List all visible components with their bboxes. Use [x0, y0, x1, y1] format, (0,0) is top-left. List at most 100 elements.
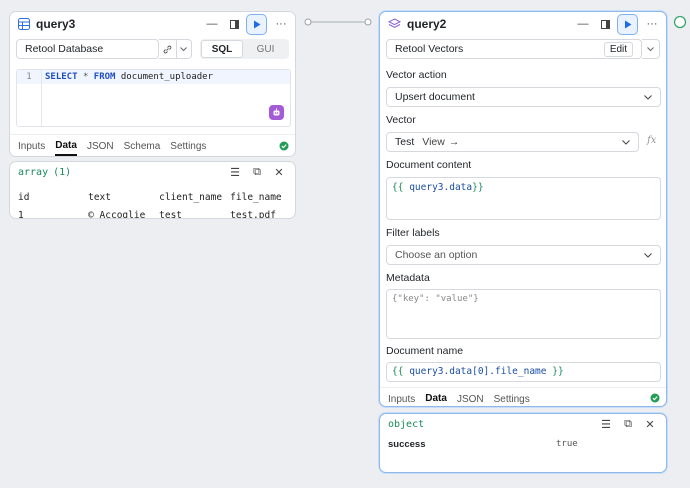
cell-text: © Accoglie — [88, 210, 146, 219]
minimize-icon[interactable]: — — [204, 16, 220, 32]
cell-client-name: test — [159, 210, 183, 219]
query2-header: query2 — ··· — [380, 12, 666, 36]
split-view-icon[interactable] — [597, 16, 613, 32]
tab-json[interactable]: JSON — [87, 137, 114, 155]
result-type-label: object — [388, 418, 425, 430]
split-view-icon[interactable] — [226, 16, 242, 32]
resource-select[interactable]: Retool Database — [16, 39, 160, 59]
copy-icon[interactable]: ⧉ — [620, 416, 636, 432]
chevron-down-icon — [644, 252, 652, 258]
tab-sql-label: SQL — [211, 43, 233, 55]
vector-action-select[interactable]: Upsert document — [386, 87, 661, 107]
filter-labels-label: Filter labels — [386, 227, 440, 239]
query3-header: query3 — ··· — [10, 12, 295, 36]
result-key: success — [388, 439, 426, 450]
vector-value: Test — [395, 136, 415, 148]
document-content-input[interactable]: {{ query3.data}} — [386, 177, 661, 220]
play-icon — [253, 20, 260, 28]
template-property: .data — [443, 182, 473, 193]
tab-sql[interactable]: SQL — [201, 40, 243, 58]
resource-name: Retool Vectors — [395, 43, 464, 55]
left-bottom-tabs: Inputs Data JSON Schema Settings — [18, 136, 287, 156]
template-accessor: .data[0]. — [443, 366, 495, 377]
close-icon[interactable]: ✕ — [271, 164, 287, 180]
template-object: query3 — [409, 182, 444, 193]
tab-gui-label: GUI — [256, 43, 275, 55]
tab-schema[interactable]: Schema — [124, 137, 161, 155]
vector-label: Vector — [386, 114, 416, 126]
vector-stack-icon — [388, 18, 401, 28]
document-name-label: Document name — [386, 345, 464, 357]
filter-icon[interactable]: ☰ — [598, 416, 614, 432]
resource-dropdown[interactable] — [176, 39, 192, 59]
fx-icon[interactable]: fx — [647, 135, 656, 146]
copy-icon[interactable]: ⧉ — [249, 164, 265, 180]
vector-action-value: Upsert document — [395, 91, 475, 103]
vector-select[interactable]: Test View → — [386, 132, 639, 152]
vector-action-label: Vector action — [386, 69, 447, 81]
template-close: }} — [472, 182, 484, 193]
minimize-icon[interactable]: — — [575, 16, 591, 32]
tab-settings[interactable]: Settings — [494, 390, 530, 406]
table-row: 1 © Accoglie test test.pdf — [10, 203, 295, 219]
chevron-down-icon — [647, 46, 654, 51]
cell-id: 1 — [18, 210, 24, 219]
sql-editor[interactable]: 1 SELECT * FROM document_uploader — [16, 69, 291, 127]
sql-table: document_uploader — [120, 72, 214, 82]
more-options-icon[interactable]: ··· — [644, 16, 660, 32]
tab-data[interactable]: Data — [425, 389, 447, 406]
template-object: query3 — [409, 366, 444, 377]
col-client-name: client_name — [159, 192, 223, 203]
filter-icon[interactable]: ☰ — [227, 164, 243, 180]
result-type-label: array — [18, 166, 49, 178]
query2-result-panel: object ☰ ⧉ ✕ success true — [379, 413, 667, 473]
resource-dropdown[interactable] — [642, 39, 660, 59]
tab-json[interactable]: JSON — [457, 390, 484, 406]
query-title[interactable]: query3 — [36, 17, 198, 31]
sql-select: SELECT — [45, 72, 78, 82]
table-icon — [18, 18, 30, 30]
template-open: {{ — [392, 366, 404, 377]
view-vector-link[interactable]: View — [422, 136, 445, 148]
tab-data[interactable]: Data — [55, 136, 77, 156]
template-property: file_name — [495, 366, 547, 377]
col-id: id — [18, 192, 30, 203]
play-icon — [624, 20, 631, 28]
chevron-down-icon — [180, 46, 188, 51]
col-file-name: file_name — [230, 192, 282, 203]
result-row: success true — [380, 434, 666, 450]
success-check-icon — [279, 141, 289, 151]
resource-select[interactable]: Retool Vectors Edit — [386, 39, 643, 59]
ai-assist-button[interactable] — [269, 105, 284, 120]
query3-result-panel: array (1) ☰ ⧉ ✕ id text client_name file… — [9, 161, 296, 219]
close-icon[interactable]: ✕ — [642, 416, 658, 432]
arrow-right-icon: → — [448, 136, 460, 148]
cell-file-name: test.pdf — [230, 210, 276, 219]
result-header-row: id text client_name file_name — [10, 182, 295, 203]
template-open: {{ — [392, 182, 404, 193]
chevron-down-icon — [622, 139, 630, 145]
tab-inputs[interactable]: Inputs — [388, 390, 415, 406]
link-button[interactable] — [159, 39, 177, 59]
metadata-label: Metadata — [386, 272, 430, 284]
resource-name: Retool Database — [25, 43, 104, 55]
document-name-input[interactable]: {{ query3.data[0].file_name }} — [386, 362, 661, 382]
tab-gui[interactable]: GUI — [243, 40, 288, 58]
edit-resource-button[interactable]: Edit — [603, 41, 634, 57]
more-options-icon[interactable]: ··· — [273, 16, 289, 32]
col-text: text — [88, 192, 111, 203]
metadata-input[interactable]: {"key": "value"} — [386, 289, 661, 339]
tab-inputs[interactable]: Inputs — [18, 137, 45, 155]
right-bottom-tabs: Inputs Data JSON Settings — [388, 389, 540, 406]
query-title[interactable]: query2 — [407, 17, 569, 31]
sql-from: FROM — [93, 72, 116, 82]
result-value: true — [556, 439, 578, 449]
run-button[interactable] — [617, 13, 638, 35]
success-check-icon — [650, 393, 660, 403]
document-content-label: Document content — [386, 159, 472, 171]
result-count: (1) — [53, 166, 72, 178]
tab-settings[interactable]: Settings — [170, 137, 206, 155]
filter-labels-select[interactable]: Choose an option — [386, 245, 661, 265]
query2-panel: query2 — ··· Retool Vectors Edit Vector … — [379, 11, 667, 407]
run-button[interactable] — [246, 13, 267, 35]
